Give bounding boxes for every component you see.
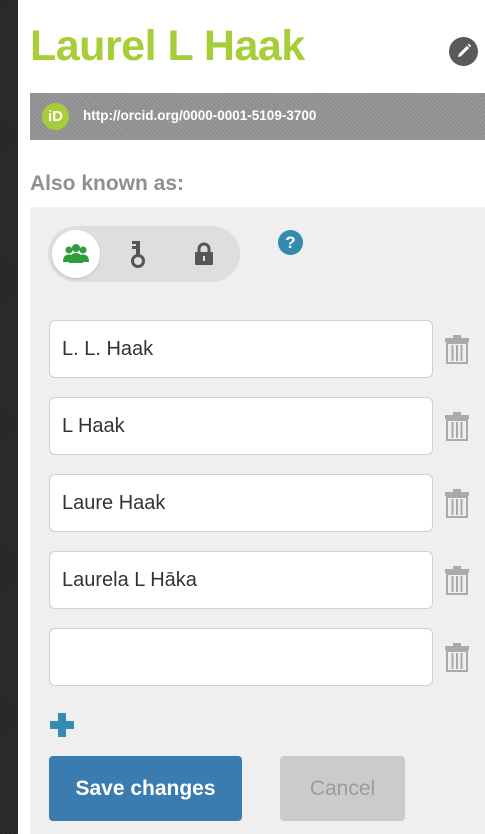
help-icon[interactable]: ? [278, 230, 303, 255]
lock-icon [195, 242, 213, 265]
also-known-as-section: ? L. L. Haak L Haak Laure Haak Laurela L… [30, 207, 485, 834]
pencil-icon [458, 43, 472, 57]
other-name-row [49, 320, 479, 378]
profile-name: Laurel L Haak [30, 22, 305, 70]
delete-name-button[interactable] [444, 488, 470, 518]
orcid-id-bar: iD http://orcid.org/0000-0001-5109-3700 [30, 93, 485, 140]
trash-icon [445, 335, 469, 364]
other-name-row [49, 397, 479, 455]
delete-name-button[interactable] [444, 411, 470, 441]
save-changes-button[interactable]: Save changes [49, 756, 242, 821]
other-name-input[interactable] [49, 397, 433, 455]
trash-icon [445, 643, 469, 672]
visibility-trusted-option[interactable] [114, 230, 162, 278]
add-other-name-button[interactable] [49, 712, 75, 738]
also-known-as-label: Also known as: [30, 172, 185, 195]
orcid-url-link[interactable]: http://orcid.org/0000-0001-5109-3700 [83, 108, 316, 123]
trash-icon [445, 412, 469, 441]
delete-name-button[interactable] [444, 334, 470, 364]
name-header: Laurel L Haak [18, 0, 485, 88]
privacy-toggle [48, 226, 240, 282]
edit-name-button[interactable] [449, 37, 478, 66]
other-name-input[interactable] [49, 628, 433, 686]
key-icon [131, 241, 145, 268]
cancel-button[interactable]: Cancel [280, 756, 405, 821]
trash-icon [445, 489, 469, 518]
everyone-icon [63, 244, 89, 263]
trash-icon [445, 566, 469, 595]
delete-name-button[interactable] [444, 642, 470, 672]
other-name-row [49, 628, 479, 686]
delete-name-button[interactable] [444, 565, 470, 595]
personal-info-panel: Laurel L Haak iD http://orcid.org/0000-0… [18, 0, 485, 834]
other-name-row [49, 551, 479, 609]
visibility-private-option[interactable] [180, 230, 228, 278]
other-name-input[interactable] [49, 320, 433, 378]
other-name-row [49, 474, 479, 532]
visibility-everyone-option[interactable] [52, 230, 100, 278]
orcid-id-icon: iD [42, 103, 69, 130]
other-name-input[interactable] [49, 474, 433, 532]
other-name-input[interactable] [49, 551, 433, 609]
